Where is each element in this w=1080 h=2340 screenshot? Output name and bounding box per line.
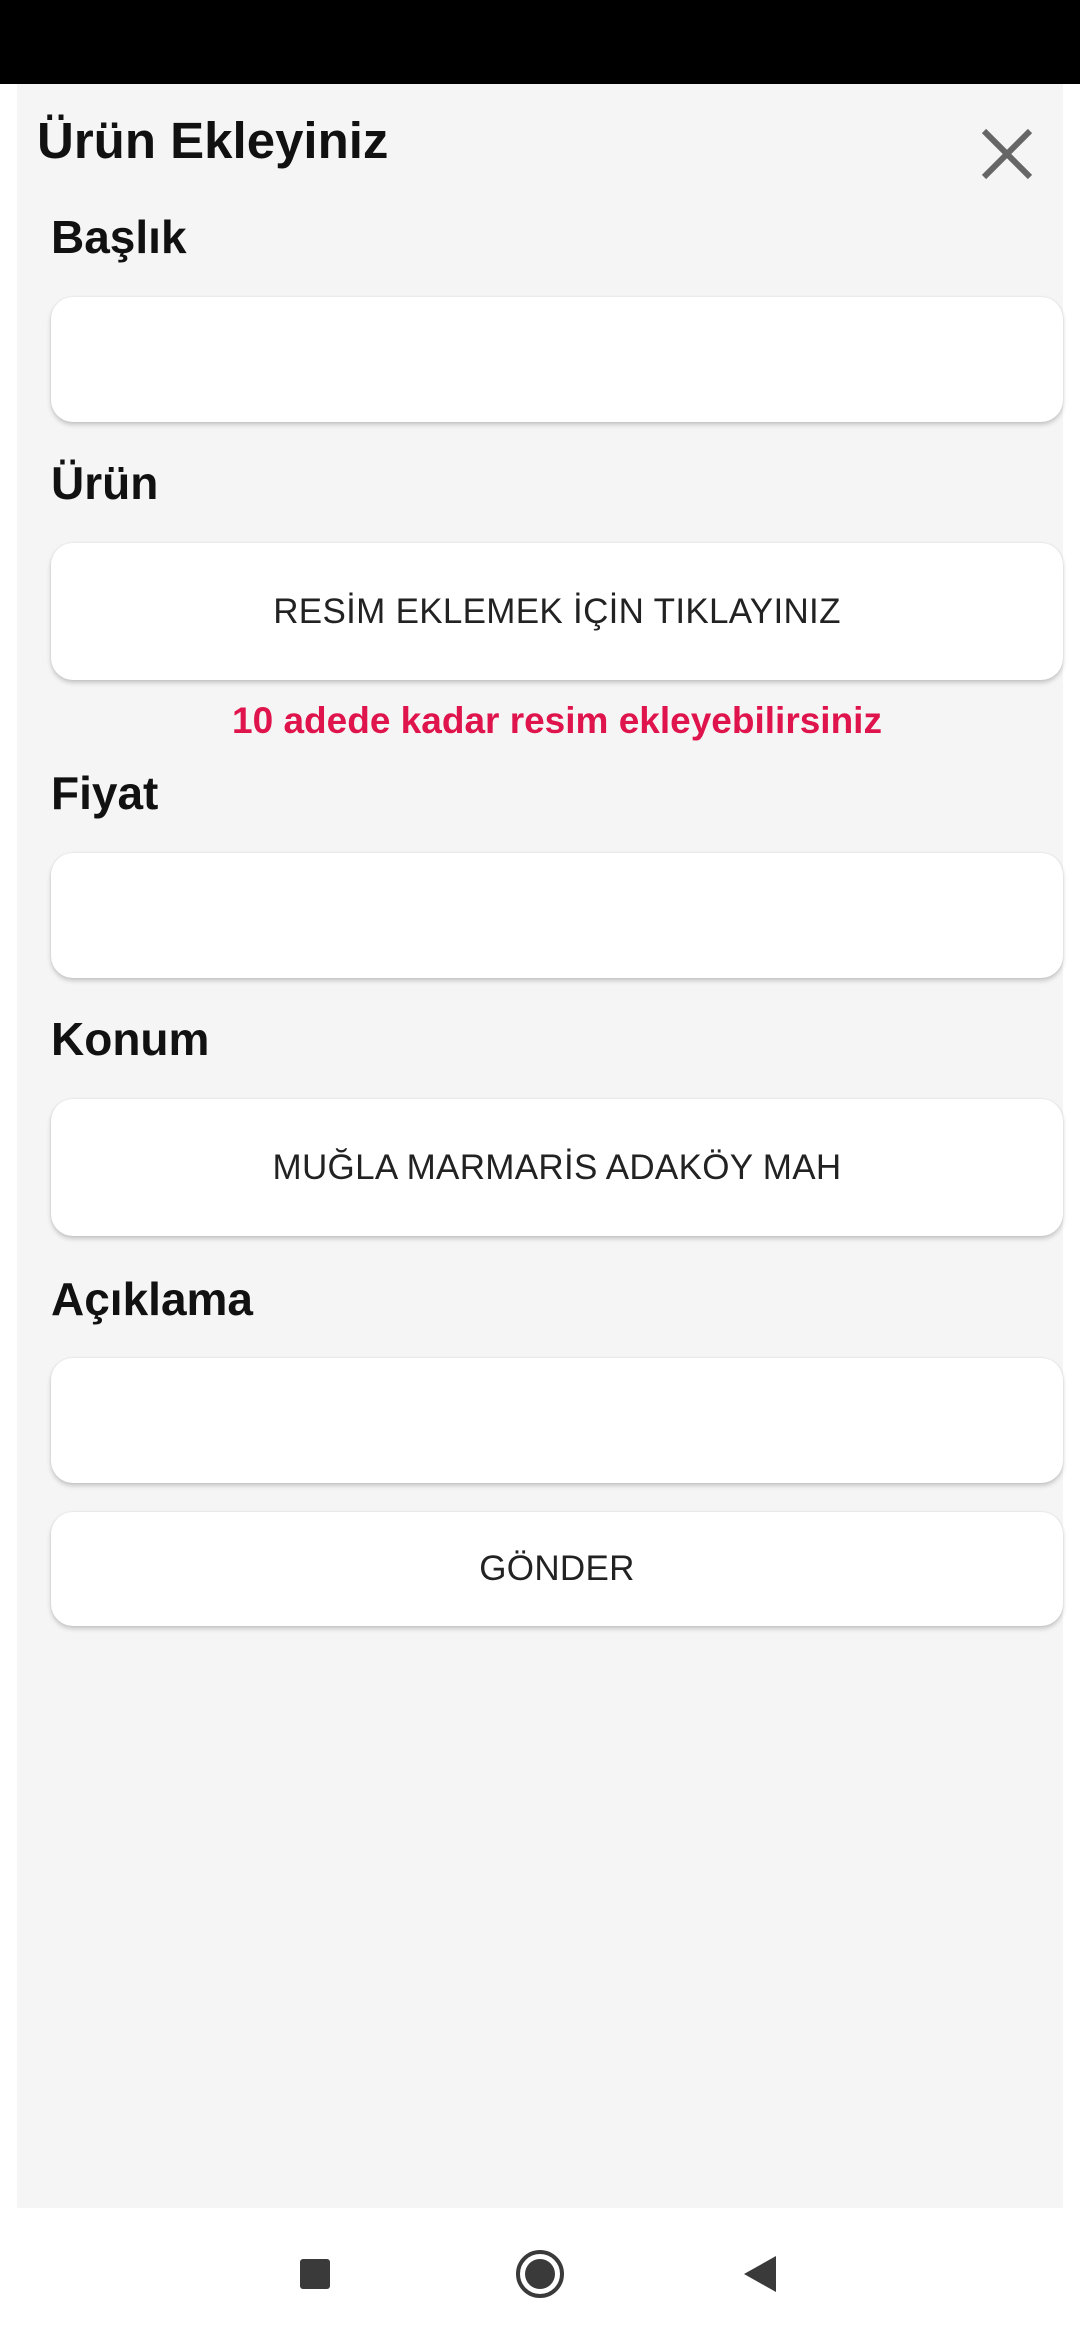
page-title: Ürün Ekleyiniz bbox=[37, 112, 389, 169]
description-field-card bbox=[51, 1358, 1063, 1483]
back-button[interactable] bbox=[728, 2242, 792, 2306]
add-product-sheet: Ürün Ekleyiniz Başlık Ürün RESİM EKLEMEK… bbox=[0, 84, 1080, 2208]
circle-icon bbox=[516, 2250, 564, 2298]
system-navigation-bar bbox=[0, 2208, 1080, 2340]
home-button[interactable] bbox=[508, 2242, 572, 2306]
close-icon bbox=[981, 128, 1033, 180]
title-field-card bbox=[51, 297, 1063, 422]
title-label: Başlık bbox=[51, 211, 187, 263]
recents-button[interactable] bbox=[283, 2242, 347, 2306]
submit-button[interactable]: GÖNDER bbox=[51, 1512, 1063, 1626]
price-input[interactable] bbox=[51, 853, 1063, 978]
location-selector[interactable]: MUĞLA MARMARİS ADAKÖY MAH bbox=[51, 1099, 1063, 1236]
triangle-back-icon bbox=[744, 2256, 776, 2292]
location-label: Konum bbox=[51, 1013, 210, 1065]
description-label: Açıklama bbox=[51, 1273, 254, 1325]
square-icon bbox=[300, 2259, 330, 2289]
status-bar bbox=[0, 0, 1080, 84]
image-limit-hint: 10 adede kadar resim ekleyebilirsiniz bbox=[232, 700, 882, 741]
description-input[interactable] bbox=[51, 1358, 1063, 1483]
add-image-button[interactable]: RESİM EKLEMEK İÇİN TIKLAYINIZ bbox=[51, 543, 1063, 680]
form-panel: Ürün Ekleyiniz Başlık Ürün RESİM EKLEMEK… bbox=[17, 84, 1063, 2208]
close-button[interactable] bbox=[969, 116, 1045, 192]
title-input[interactable] bbox=[51, 297, 1063, 422]
price-label: Fiyat bbox=[51, 767, 159, 819]
product-label: Ürün bbox=[51, 457, 159, 509]
price-field-card bbox=[51, 853, 1063, 978]
